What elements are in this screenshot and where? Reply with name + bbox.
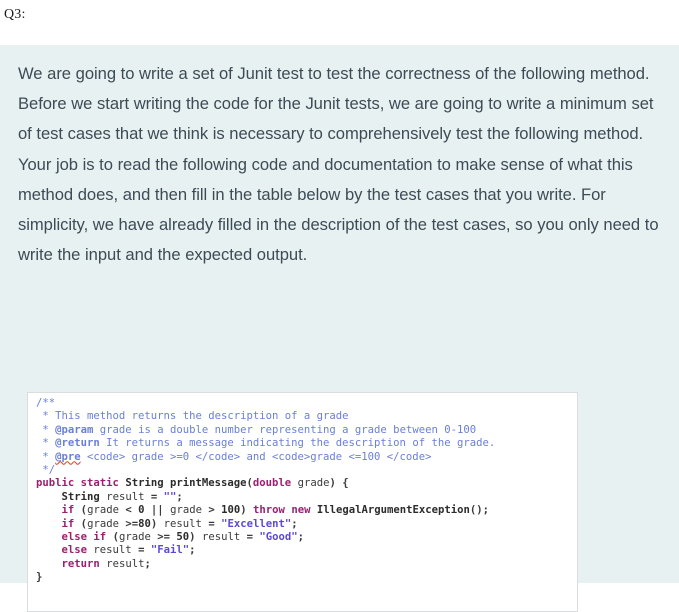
code-keyword-return: return (61, 557, 100, 570)
code-keyword-else-if: else if (61, 531, 107, 544)
code-comment-close: */ (36, 464, 56, 477)
spellcheck-token: @pre (55, 450, 81, 463)
code-keyword-if-guard: if (61, 504, 75, 517)
prompt-paragraph: We are going to write a set of Junit tes… (18, 64, 659, 265)
question-prompt-panel: We are going to write a set of Junit tes… (0, 45, 679, 612)
code-keyword-else: else (61, 544, 88, 557)
code-comment-return: * @return It returns a message indicatin… (36, 437, 496, 450)
code-comment-pre: * @pre <code> grade >=0 </code> and <cod… (36, 450, 432, 463)
code-comment-param: * @param grade is a double number repres… (36, 423, 477, 436)
question-number-label: Q3: (4, 7, 26, 22)
code-listing: /** * This method returns the descriptio… (36, 397, 496, 584)
code-keyword-public-static: public static (36, 477, 119, 490)
java-code-block: /** * This method returns the descriptio… (27, 392, 578, 612)
code-comment-open: /** (36, 397, 56, 409)
code-comment-description: * This method returns the description of… (36, 410, 349, 423)
code-closing-brace: } (36, 571, 43, 584)
